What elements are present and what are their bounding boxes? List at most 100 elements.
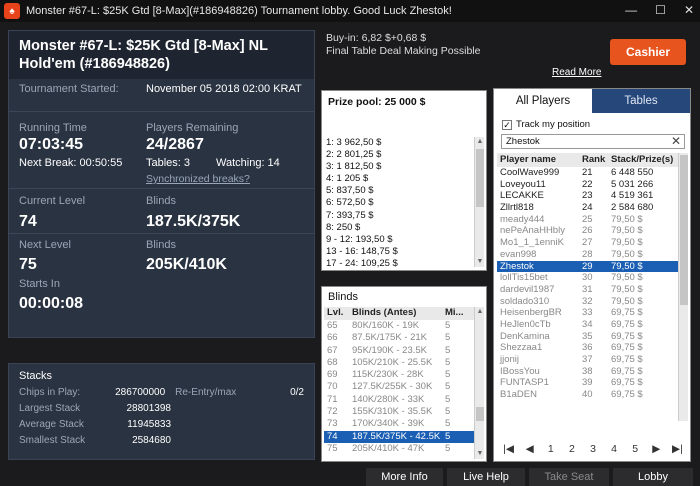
player-row[interactable]: Zllrtl818 24 2 584 680 bbox=[497, 202, 679, 214]
pager-item[interactable]: 4 bbox=[604, 443, 625, 455]
player-stack: 69,75 $ bbox=[611, 365, 643, 377]
maximize-icon[interactable]: ☐ bbox=[655, 3, 666, 17]
read-more-link[interactable]: Read More bbox=[552, 67, 601, 78]
player-rank: 31 bbox=[582, 283, 593, 295]
pager-item[interactable]: ▶| bbox=[667, 443, 688, 455]
player-row[interactable]: soldado310 32 79,50 $ bbox=[497, 296, 679, 308]
player-rank: 32 bbox=[582, 295, 593, 307]
current-blinds-value: 187.5K/375K bbox=[146, 213, 241, 230]
blinds-row[interactable]: 71 140K/280K - 33K 5 bbox=[324, 394, 474, 406]
take-seat-button[interactable]: Take Seat bbox=[529, 468, 609, 486]
scroll-thumb[interactable] bbox=[476, 407, 484, 421]
scroll-down-icon[interactable]: ▼ bbox=[475, 257, 485, 267]
blinds-row[interactable]: 68 105K/210K - 25.5K 5 bbox=[324, 357, 474, 369]
minimize-icon[interactable]: — bbox=[625, 3, 637, 17]
player-row[interactable]: evan998 28 79,50 $ bbox=[497, 249, 679, 261]
more-info-button[interactable]: More Info bbox=[366, 468, 443, 486]
player-row[interactable]: Mo1_1_1enniK 27 79,50 $ bbox=[497, 237, 679, 249]
blinds-value: 80K/160K - 19K bbox=[352, 320, 420, 331]
players-remaining-value: 24/2867 bbox=[146, 136, 204, 153]
scroll-up-icon[interactable]: ▲ bbox=[475, 137, 485, 147]
running-time-value: 07:03:45 bbox=[19, 136, 84, 153]
scroll-up-icon[interactable]: ▲ bbox=[475, 307, 485, 317]
player-search-input[interactable]: Zhestok ✕ bbox=[501, 134, 685, 149]
col-rank[interactable]: Rank bbox=[580, 153, 608, 167]
player-row[interactable]: HeJlen0cTb 34 69,75 $ bbox=[497, 319, 679, 331]
player-row[interactable]: Shezzaa1 36 69,75 $ bbox=[497, 342, 679, 354]
track-position-option[interactable]: ✓ Track my position bbox=[502, 119, 590, 130]
prize-item: 1: 3 962,50 $ bbox=[326, 137, 382, 148]
player-row[interactable]: Zhestok 29 79,50 $ bbox=[497, 260, 679, 273]
player-row[interactable]: dardevil1987 31 79,50 $ bbox=[497, 284, 679, 296]
scroll-thumb[interactable] bbox=[680, 155, 688, 305]
player-row[interactable]: DenKamina 35 69,75 $ bbox=[497, 331, 679, 343]
player-name: nePeAnaHHbly bbox=[500, 225, 565, 237]
checkbox-checked-icon[interactable]: ✓ bbox=[502, 119, 512, 130]
prize-item: 8: 250 $ bbox=[326, 221, 361, 233]
col-stack-prize[interactable]: Stack/Prize(s) bbox=[608, 153, 678, 167]
player-row[interactable]: B1aDEN 40 69,75 $ bbox=[497, 389, 679, 401]
next-break: Next Break: 00:50:55 bbox=[19, 157, 123, 169]
col-player-name[interactable]: Player name bbox=[497, 153, 580, 167]
average-label: Average Stack bbox=[19, 419, 84, 430]
prize-item: 17 - 24: 109,25 $ bbox=[326, 257, 398, 269]
pager-item[interactable]: 3 bbox=[582, 443, 603, 455]
blinds-level: 69 bbox=[327, 369, 338, 381]
player-row[interactable]: CoolWave999 21 6 448 550 bbox=[497, 167, 679, 179]
scroll-thumb[interactable] bbox=[476, 149, 484, 207]
player-stack: 79,50 $ bbox=[611, 272, 643, 284]
blinds-panel: Blinds Lvl. Blinds (Antes) Mi... 65 80K/1… bbox=[321, 286, 487, 462]
player-row[interactable]: HeisenbergBR 33 69,75 $ bbox=[497, 307, 679, 319]
blinds-col-minutes[interactable]: Mi... bbox=[442, 307, 472, 320]
tab-tables[interactable]: Tables bbox=[592, 89, 690, 113]
blinds-level: 70 bbox=[327, 381, 338, 393]
tab-all-players[interactable]: All Players bbox=[494, 89, 592, 113]
player-row[interactable]: lollTis15bet 30 79,50 $ bbox=[497, 272, 679, 284]
player-row[interactable]: meady444 25 79,50 $ bbox=[497, 214, 679, 226]
lobby-button[interactable]: Lobby bbox=[613, 468, 693, 486]
pager-item[interactable]: 5 bbox=[625, 443, 646, 455]
running-time-label: Running Time bbox=[19, 122, 87, 134]
players-scrollbar[interactable] bbox=[678, 153, 688, 421]
player-row[interactable]: nePeAnaHHbly 26 79,50 $ bbox=[497, 225, 679, 237]
player-row[interactable]: Loveyou11 22 5 031 266 bbox=[497, 179, 679, 191]
player-row[interactable]: LECAKKE 23 4 519 361 bbox=[497, 190, 679, 202]
tournament-info-panel: Monster #67-L: $25K Gtd [8-Max] NL Hold'… bbox=[8, 30, 315, 338]
pager-item[interactable]: 2 bbox=[561, 443, 582, 455]
blinds-row[interactable]: 70 127.5K/255K - 30K 5 bbox=[324, 381, 474, 393]
clear-search-icon[interactable]: ✕ bbox=[671, 134, 681, 148]
blinds-level: 71 bbox=[327, 393, 338, 405]
chips-label: Chips in Play: bbox=[19, 387, 81, 398]
blinds-col-level[interactable]: Lvl. bbox=[324, 307, 350, 320]
players-panel: All Players Tables ✓ Track my position Z… bbox=[493, 88, 691, 462]
scroll-down-icon[interactable]: ▼ bbox=[475, 449, 485, 459]
blinds-row[interactable]: 69 115K/230K - 28K 5 bbox=[324, 369, 474, 381]
blinds-level: 73 bbox=[327, 418, 338, 430]
prize-scrollbar[interactable]: ▲ ▼ bbox=[474, 137, 484, 267]
blinds-row[interactable]: 74 187.5K/375K - 42.5K 5 bbox=[324, 430, 474, 443]
player-stack: 69,75 $ bbox=[611, 307, 643, 319]
player-row[interactable]: FUNTASP1 39 69,75 $ bbox=[497, 377, 679, 389]
blinds-row[interactable]: 72 155K/310K - 35.5K 5 bbox=[324, 406, 474, 418]
synchronized-breaks-link[interactable]: Synchronized breaks? bbox=[146, 173, 250, 185]
stacks-title: Stacks bbox=[19, 370, 53, 382]
blinds-col-blinds[interactable]: Blinds (Antes) bbox=[350, 307, 442, 320]
player-row[interactable]: IBossYou 38 69,75 $ bbox=[497, 366, 679, 378]
blinds-row[interactable]: 73 170K/340K - 39K 5 bbox=[324, 418, 474, 430]
blinds-row[interactable]: 75 205K/410K - 47K 5 bbox=[324, 443, 474, 455]
pager-item[interactable]: |◀ bbox=[498, 443, 519, 455]
deal-text: Final Table Deal Making Possible bbox=[326, 45, 481, 57]
blinds-scrollbar[interactable]: ▲ ▼ bbox=[474, 307, 484, 459]
tables-count: Tables: 3 bbox=[146, 157, 191, 169]
player-row[interactable]: jjonij 37 69,75 $ bbox=[497, 354, 679, 366]
blinds-row[interactable]: 65 80K/160K - 19K 5 bbox=[324, 320, 474, 332]
pager-item[interactable]: ◀ bbox=[519, 443, 540, 455]
pager-item[interactable]: 1 bbox=[540, 443, 561, 455]
blinds-minutes: 5 bbox=[445, 332, 451, 344]
close-icon[interactable]: ✕ bbox=[684, 3, 694, 17]
blinds-row[interactable]: 66 87.5K/175K - 21K 5 bbox=[324, 332, 474, 344]
live-help-button[interactable]: Live Help bbox=[447, 468, 525, 486]
cashier-button[interactable]: Cashier bbox=[610, 39, 686, 65]
blinds-row[interactable]: 67 95K/190K - 23.5K 5 bbox=[324, 345, 474, 357]
pager-item[interactable]: ▶ bbox=[646, 443, 667, 455]
